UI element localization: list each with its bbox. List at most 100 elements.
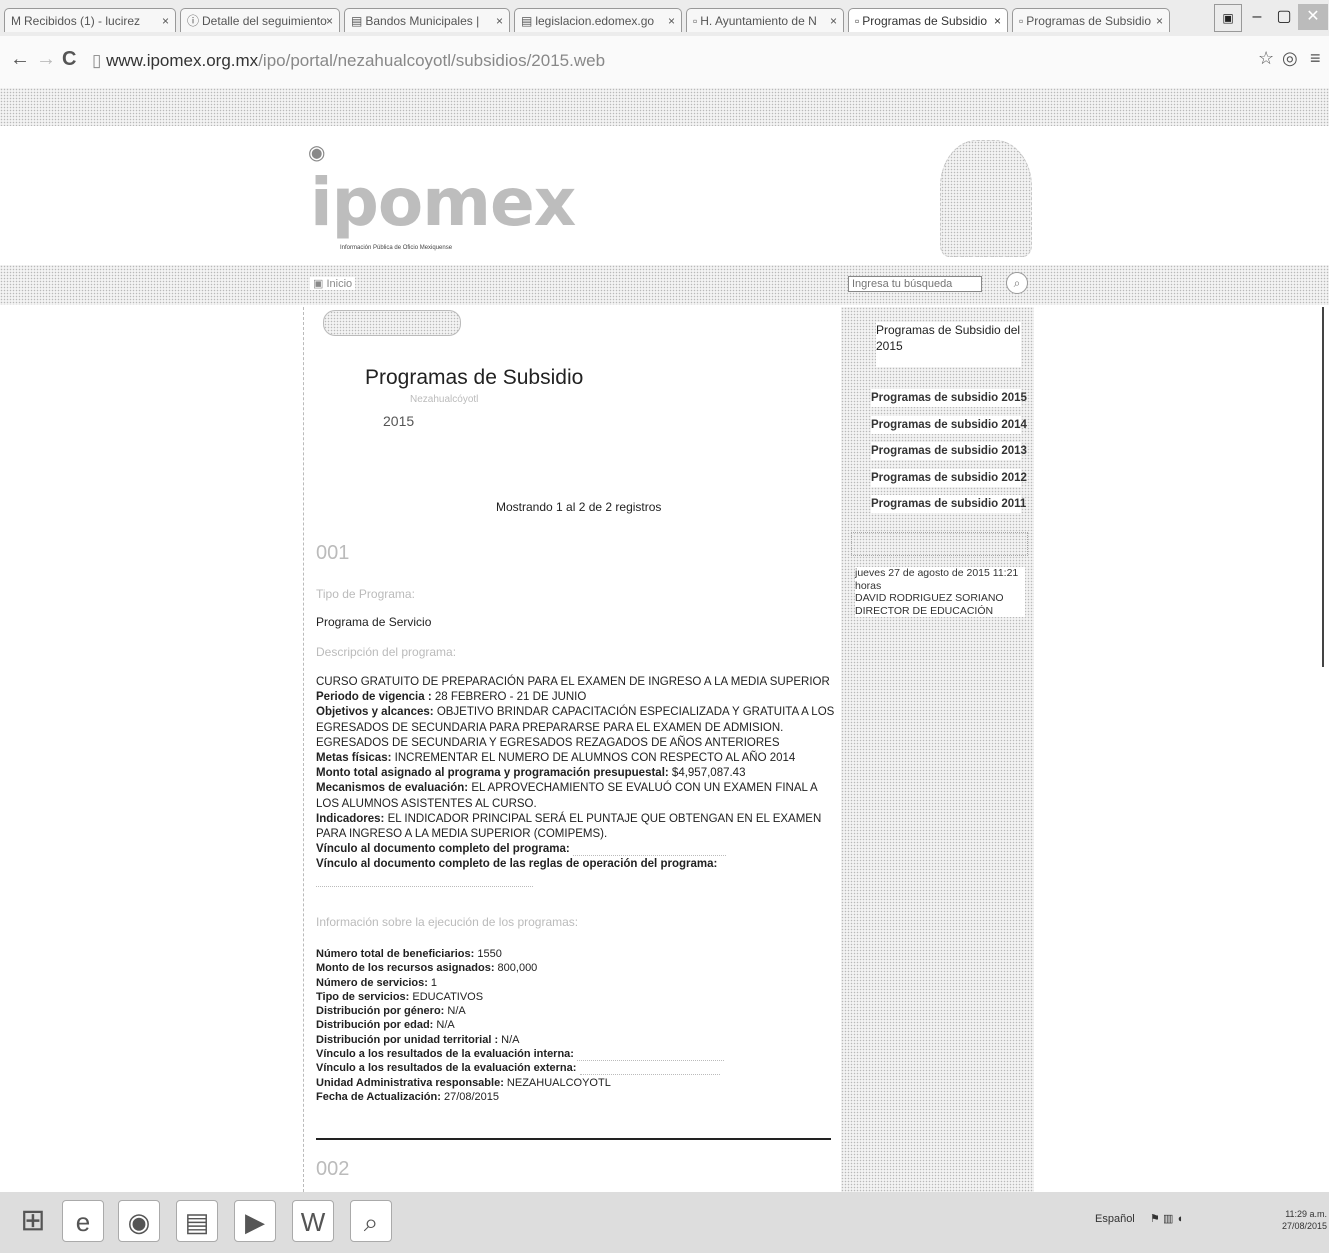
logo-dot-icon: ◉ [308, 142, 326, 164]
extension-icon[interactable]: ◎ [1282, 48, 1298, 69]
record-number: 002 [316, 1158, 350, 1180]
sidebar-item-2012[interactable]: Programas de subsidio 2012 [871, 469, 1027, 487]
tab-close-icon[interactable]: × [162, 9, 169, 32]
menu-icon[interactable]: ≡ [1310, 48, 1321, 69]
document-icon: ▤ [351, 14, 363, 28]
page-icon: ▫ [693, 14, 698, 28]
home-link[interactable]: ▣ Inicio [310, 277, 356, 290]
sidebar-item-2011[interactable]: Programas de subsidio 2011 [871, 495, 1026, 513]
sidebar [841, 307, 1034, 1192]
execution-info: Número total de beneficiarios: 1550 Mont… [316, 947, 838, 1104]
record-divider [316, 1138, 831, 1140]
search-input[interactable] [848, 276, 982, 292]
back-arrow-icon[interactable]: ← [10, 48, 30, 71]
language-indicator[interactable]: Español [1095, 1213, 1135, 1225]
detail-line: Periodo de vigencia : 28 FEBRERO - 21 DE… [316, 691, 587, 704]
detail-line: Distribución por género: N/A [316, 1005, 466, 1018]
clock[interactable]: 11:29 a.m. 27/08/2015 [1282, 1208, 1327, 1232]
detail-line: Vínculo a los resultados de la evaluació… [316, 1061, 838, 1076]
execution-info-label: Información sobre la ejecución de los pr… [316, 915, 579, 929]
windows-start-icon[interactable]: ⊞ [12, 1200, 54, 1242]
volume-icon[interactable]: ◖ [1176, 1213, 1183, 1225]
tab-close-icon[interactable]: × [994, 9, 1001, 32]
detail-line: Distribución por edad: N/A [316, 1019, 455, 1032]
detail-line: Unidad Administrativa responsable: NEZAH… [316, 1076, 611, 1089]
update-info: jueves 27 de agosto de 2015 11:21 horas … [855, 567, 1025, 617]
detail-line: Monto de los recursos asignados: 800,000 [316, 962, 538, 975]
tab-close-icon[interactable]: × [326, 9, 333, 32]
file-explorer-icon[interactable]: ▤ [176, 1200, 218, 1242]
chrome-icon[interactable]: ◉ [118, 1200, 160, 1242]
bookmark-star-icon[interactable]: ☆ [1258, 48, 1274, 69]
detail-line: Vínculo al documento completo de las reg… [316, 857, 838, 887]
sidebar-item-2013[interactable]: Programas de subsidio 2013 [871, 442, 1027, 460]
detail-line: Número de servicios: 1 [316, 976, 438, 989]
search-icon[interactable]: ⌕ [1006, 272, 1028, 294]
detail-line: Mecanismos de evaluación: EL APROVECHAMI… [316, 782, 818, 810]
tab-close-icon[interactable]: × [1156, 9, 1163, 32]
program-description-label: Descripción del programa: [316, 645, 457, 659]
logo-wordmark: ipomex [310, 164, 576, 241]
detail-line: Fecha de Actualización: 27/08/2015 [316, 1090, 500, 1103]
system-tray: Español ⚑ ▥ ◖ [1095, 1212, 1183, 1225]
minimize-icon[interactable]: – [1244, 4, 1270, 30]
tab-close-icon[interactable]: × [668, 9, 675, 32]
municipality-name: Nezahualcóyotl [410, 394, 479, 405]
gmail-icon: M [11, 14, 21, 28]
word-icon[interactable]: W [292, 1200, 334, 1242]
document-icon: ▤ [521, 14, 533, 28]
browser-tab-active[interactable]: ▫ Programas de Subsidio × [848, 8, 1008, 32]
home-icon: ▣ [313, 278, 327, 290]
sidebar-heading: Programas de Subsidio del 2015 [876, 322, 1021, 367]
page-icon: ▫ [855, 14, 860, 28]
breadcrumb[interactable] [323, 310, 461, 336]
browser-tab[interactable]: ▫ Programas de Subsidio × [1012, 8, 1170, 32]
network-icon[interactable]: ▥ [1163, 1213, 1173, 1225]
forward-arrow-icon[interactable]: → [36, 48, 56, 71]
browser-tab[interactable]: ⓘ Detalle del seguimiento × [180, 8, 340, 32]
browser-tab[interactable]: ▤ Bandos Municipales | × [344, 8, 510, 32]
responsible-name: DAVID RODRIGUEZ SORIANO [855, 592, 1004, 604]
program-document-link[interactable] [572, 843, 727, 857]
records-info: Mostrando 1 al 2 de 2 registros [496, 500, 662, 514]
search-app-icon[interactable]: ⌕ [350, 1200, 392, 1242]
operation-rules-link[interactable] [316, 873, 534, 887]
detail-line: Tipo de servicios: EDUCATIVOS [316, 990, 484, 1003]
url-input[interactable]: ▯ www.ipomex.org.mx/ipo/portal/nezahualc… [92, 48, 1242, 74]
browser-tab[interactable]: ▫ H. Ayuntamiento de N × [686, 8, 844, 32]
close-window-icon[interactable]: ✕ [1298, 4, 1328, 30]
reload-icon[interactable]: C [62, 48, 76, 71]
ipomex-logo[interactable]: ◉ ipomex Información Pública de Oficio M… [302, 140, 576, 260]
sidebar-section-header [851, 532, 1028, 556]
page-title: Programas de Subsidio [365, 366, 584, 389]
tab-close-icon[interactable]: × [496, 9, 503, 32]
program-type-value: Programa de Servicio [316, 615, 432, 629]
detail-line: Número total de beneficiarios: 1550 [316, 948, 502, 960]
detail-line: Vínculo al documento completo del progra… [316, 842, 838, 857]
internet-explorer-icon[interactable]: e [62, 1200, 104, 1242]
responsible-role: DIRECTOR DE EDUCACIÓN [855, 604, 994, 617]
restore-icon[interactable]: ▢ [1272, 4, 1296, 30]
program-description: CURSO GRATUITO DE PREPARACIÓN PARA EL EX… [316, 675, 838, 888]
program-name: CURSO GRATUITO DE PREPARACIÓN PARA EL EX… [316, 676, 830, 688]
external-evaluation-link[interactable] [579, 1062, 721, 1076]
browser-tab[interactable]: M Recibidos (1) - lucirez × [4, 8, 176, 32]
tab-strip: M Recibidos (1) - lucirez × ⓘ Detalle del s… [0, 0, 1329, 37]
media-player-icon[interactable]: ▶ [234, 1200, 276, 1242]
year-label: 2015 [383, 413, 415, 429]
header-band [0, 88, 1329, 126]
info-icon: ⓘ [187, 14, 200, 28]
address-bar: ← → C ▯ www.ipomex.org.mx/ipo/portal/nez… [0, 36, 1329, 89]
profile-icon[interactable]: ▣ [1214, 4, 1242, 32]
detail-line: Objetivos y alcances: OBJETIVO BRINDAR C… [316, 706, 835, 749]
tab-close-icon[interactable]: × [830, 9, 837, 32]
flag-icon[interactable]: ⚑ [1150, 1213, 1160, 1225]
nav-band [0, 265, 1329, 305]
sidebar-item-2015[interactable]: Programas de subsidio 2015 [871, 389, 1027, 407]
browser-tab[interactable]: ▤ legislacion.edomex.go × [514, 8, 682, 32]
scrollbar[interactable] [1322, 307, 1324, 667]
sidebar-item-2014[interactable]: Programas de subsidio 2014 [871, 416, 1027, 434]
detail-line: Distribución por unidad territorial : N/… [316, 1033, 520, 1046]
update-date: jueves 27 de agosto de 2015 11:21 horas [855, 567, 1019, 592]
internal-evaluation-link[interactable] [577, 1048, 724, 1062]
